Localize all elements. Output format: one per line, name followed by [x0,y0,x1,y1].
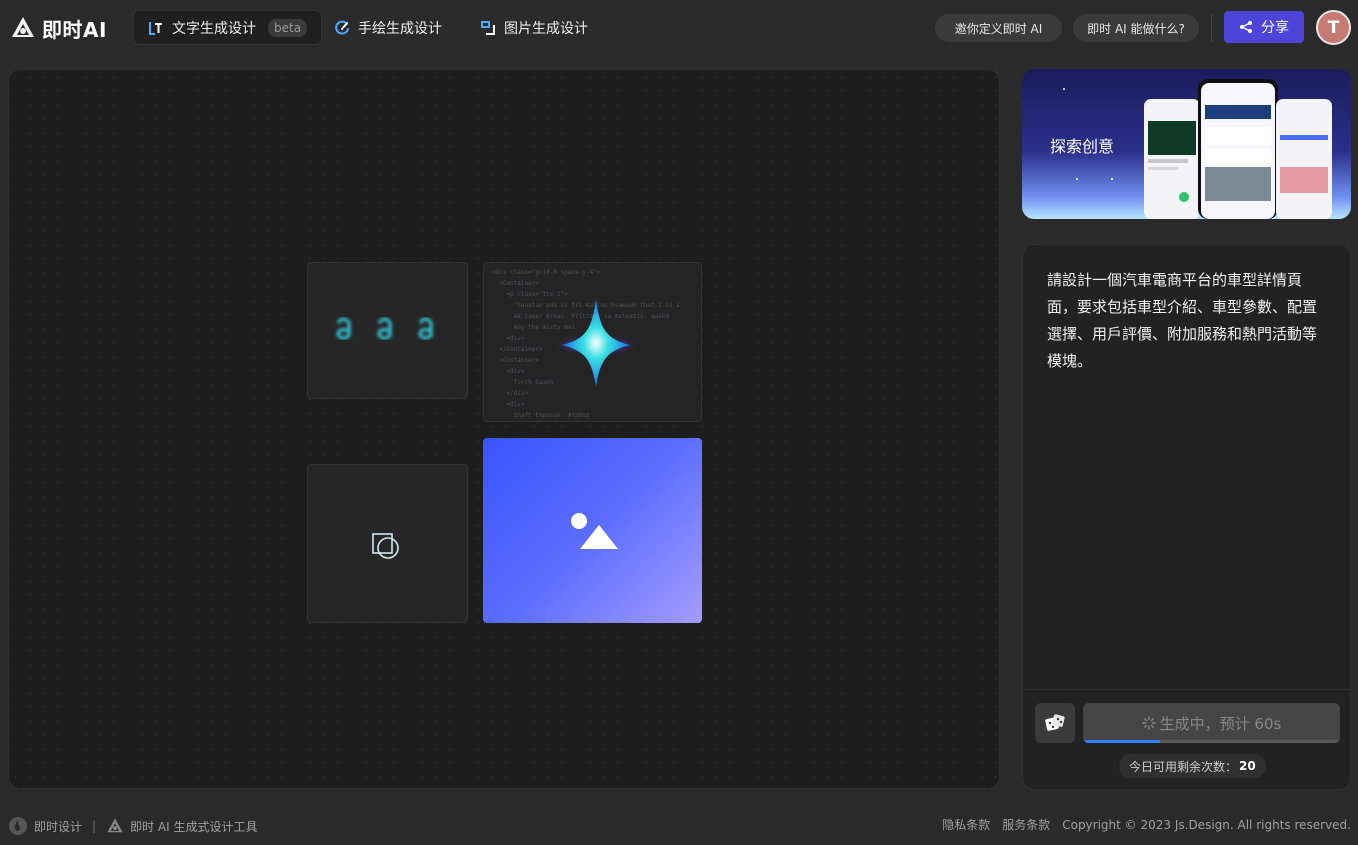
terms-link[interactable]: 服务条款 [1002,816,1050,833]
generate-label: 生成中，预计 60s [1159,714,1282,733]
code-generation-card: <div class="grid-0 space-y-4"> <Containe… [483,262,702,422]
explore-banner[interactable]: 探索创意 [1022,69,1351,219]
dice-icon [1045,714,1065,731]
tab-label: 文字生成设计 [172,20,256,37]
daily-quota: 今日可用剩余次数： 20 [1119,754,1266,778]
privacy-link[interactable]: 隐私条款 [942,816,990,833]
tab-image-generation[interactable]: 图片生成设计 [466,10,602,45]
loading-text-card [307,262,468,399]
copyright: Copyright © 2023 Js.Design. All rights r… [1062,817,1351,832]
footer-brand: 即时设计 | 即时 AI 生成式设计工具 [8,816,257,836]
logo-icon [12,17,34,37]
share-label: 分享 [1261,20,1289,36]
tab-text-generation[interactable]: 文字生成设计 beta [133,10,323,45]
app-logo[interactable]: 即时AI [10,14,107,42]
jsdesign-logo-icon [9,817,27,835]
image-placeholder-card [483,438,702,623]
text-gen-icon [149,21,162,35]
quota-label: 今日可用剩余次数： [1129,759,1238,774]
header-divider [1211,14,1212,42]
footer-brand-link[interactable]: 即时设计 [34,818,82,835]
banner-title: 探索创意 [1050,137,1115,156]
logo-text: 即时AI [42,17,107,42]
about-button[interactable]: 即时 AI 能做什么? [1073,14,1199,42]
footer-logo-icon [107,818,123,833]
tab-label: 手绘生成设计 [358,20,442,37]
shape-card [307,464,468,623]
footer-product: 即时 AI 生成式设计工具 [130,819,258,834]
footer-separator: | [92,819,97,833]
generation-canvas: <div class="grid-0 space-y-4"> <Containe… [8,69,1000,789]
tab-label: 图片生成设计 [504,20,588,37]
share-icon [1240,21,1252,33]
sparkle-icon [556,299,636,387]
beta-badge: beta [268,18,308,37]
image-icon [571,513,618,549]
user-avatar[interactable]: T [1316,10,1351,45]
invite-button[interactable]: 邀你定义即时 AI [935,14,1062,42]
quota-value: 20 [1239,759,1256,773]
generate-button[interactable]: 生成中，预计 60s [1083,703,1340,743]
prompt-divider [1023,689,1350,690]
typing-glyphs-icon [336,317,433,340]
tab-sketch-generation[interactable]: 手绘生成设计 [320,10,456,45]
share-button[interactable]: 分享 [1224,11,1304,43]
random-prompt-button[interactable] [1035,703,1075,743]
footer: 即时设计 | 即时 AI 生成式设计工具 隐私条款 服务条款 Copyright… [0,810,1358,840]
prompt-panel: 請設計一個汽車電商平台的車型詳情頁面，要求包括車型介紹、車型參數、配置選擇、用戶… [1022,244,1351,790]
image-gen-icon [481,20,495,35]
sketch-gen-icon [335,20,349,35]
footer-links: 隐私条款 服务条款 Copyright © 2023 Js.Design. Al… [942,816,1351,833]
top-bar: 即时AI 文字生成设计 beta 手绘生成设计 图片生成设计 邀你定义即时 AI… [0,0,1358,56]
progress-fill [1083,740,1161,743]
prompt-text[interactable]: 請設計一個汽車電商平台的車型詳情頁面，要求包括車型介紹、車型參數、配置選擇、用戶… [1047,267,1329,375]
shapes-icon [372,533,399,559]
spinner-icon [1141,716,1156,730]
